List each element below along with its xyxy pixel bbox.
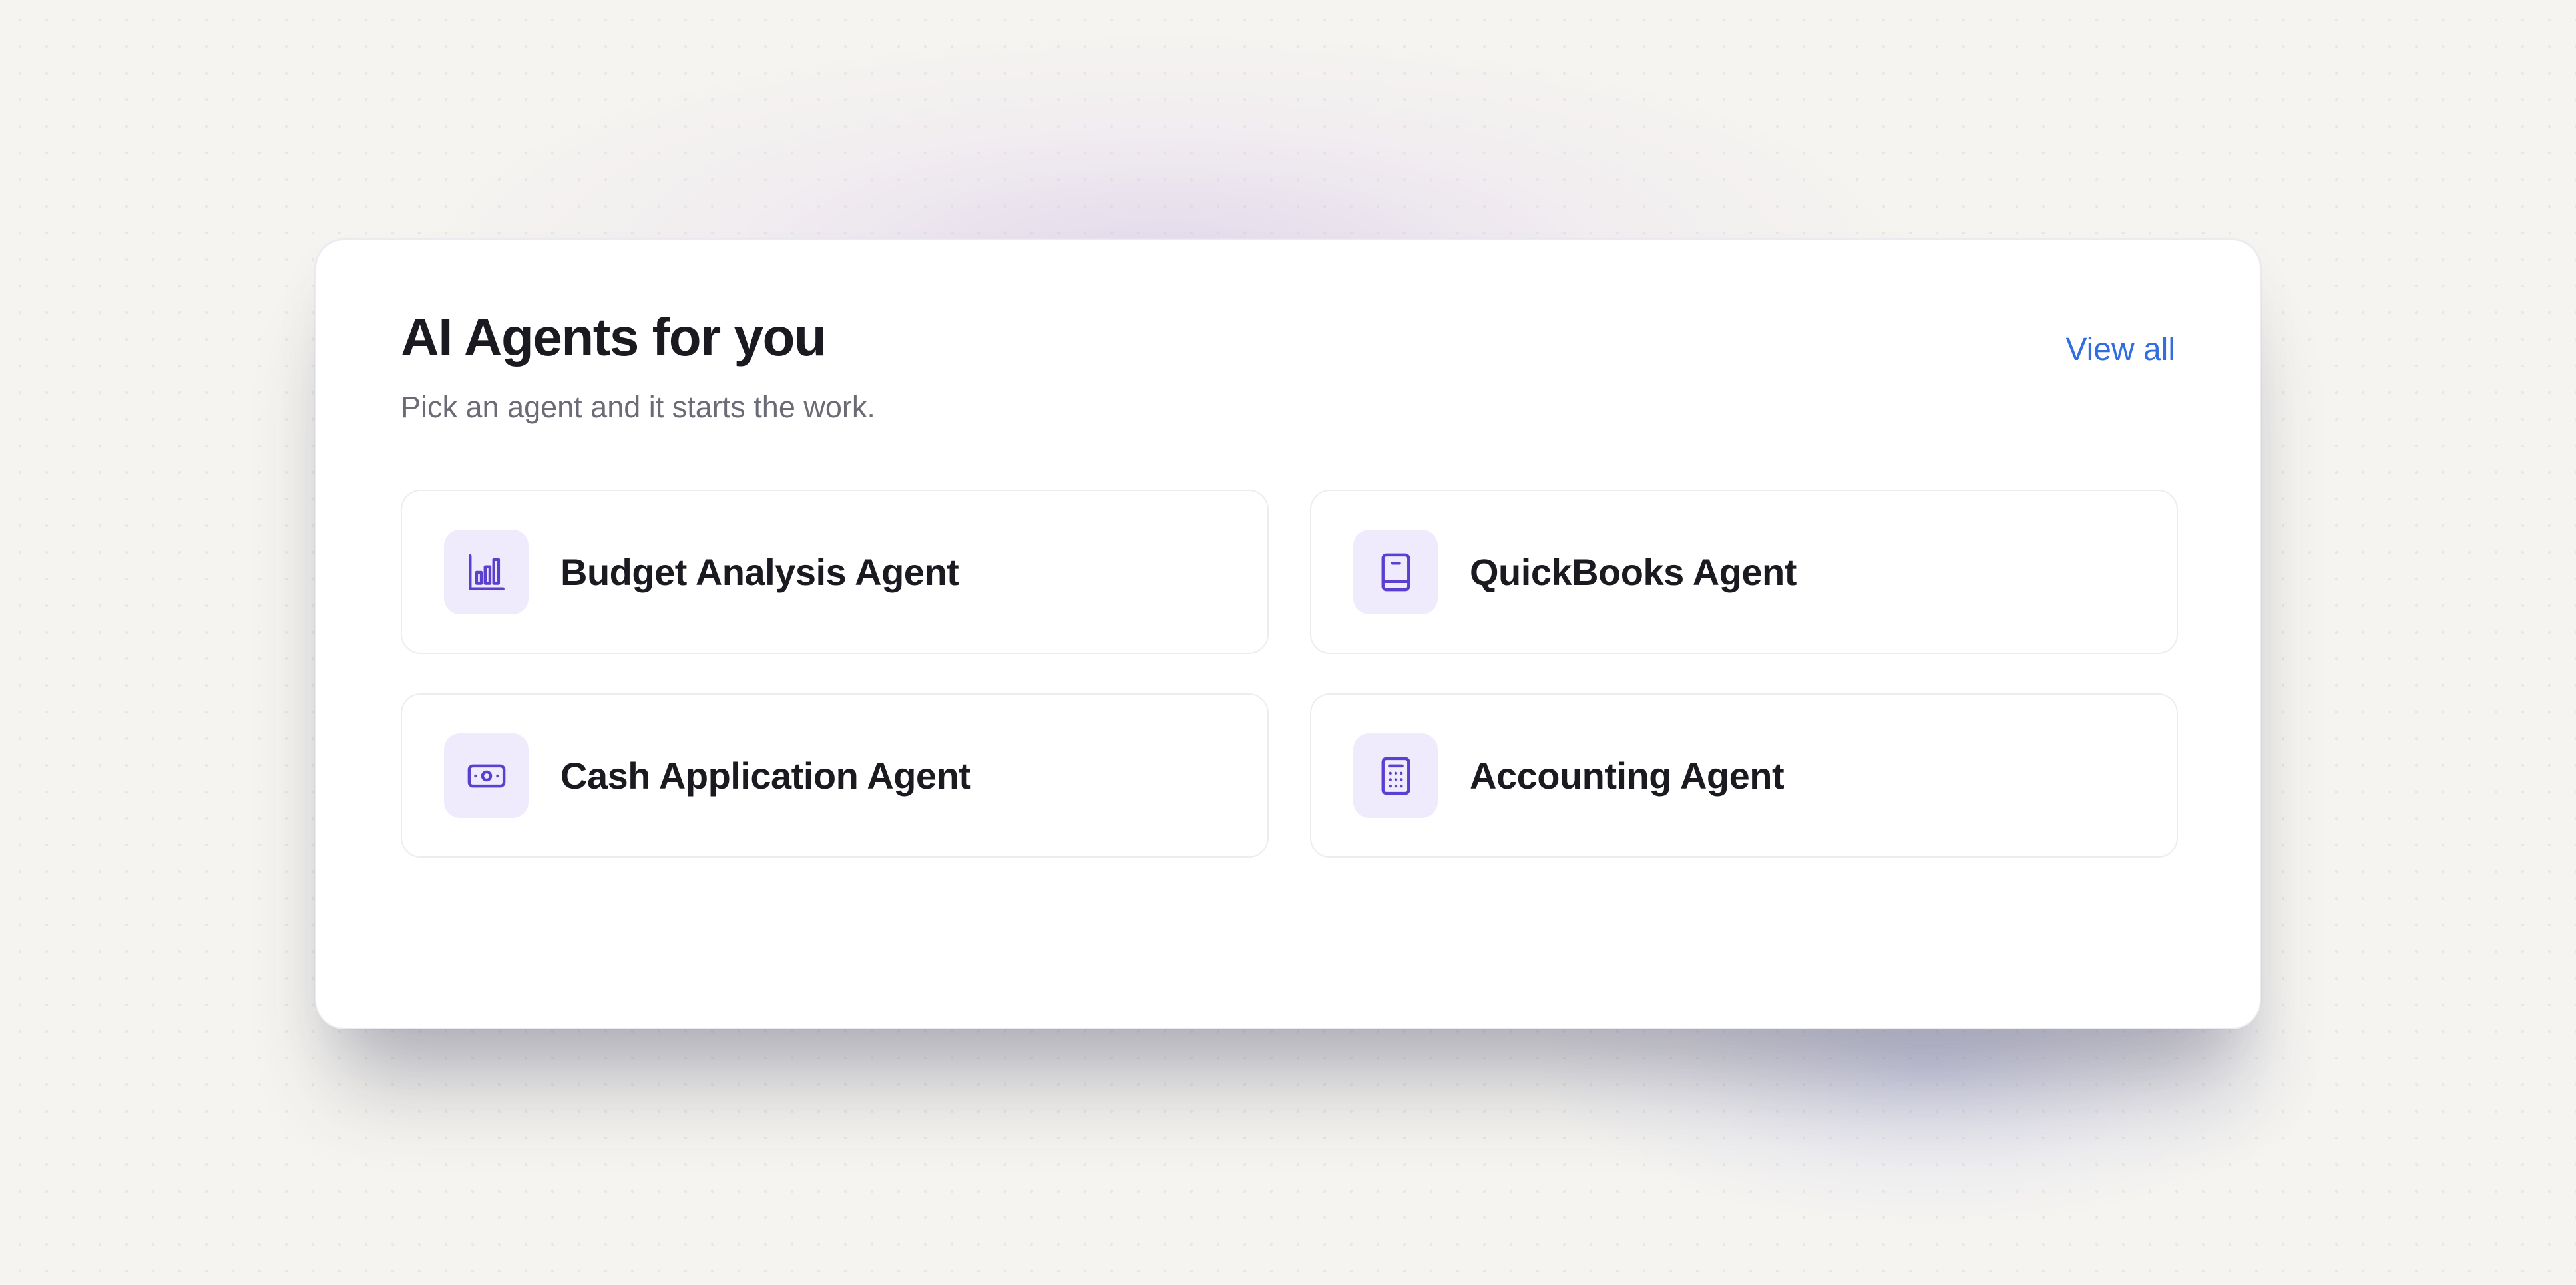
agent-card-accounting[interactable]: Accounting Agent xyxy=(1310,693,2178,858)
agent-label: Budget Analysis Agent xyxy=(560,551,959,593)
panel-subtitle: Pick an agent and it starts the work. xyxy=(401,390,875,424)
panel-title: AI Agents for you xyxy=(401,307,827,367)
agent-card-cash-application[interactable]: Cash Application Agent xyxy=(401,693,1269,858)
bar-chart-icon xyxy=(468,554,505,590)
banknote-icon xyxy=(467,764,505,787)
agent-card-quickbooks[interactable]: QuickBooks Agent xyxy=(1310,490,2178,654)
agent-label: Cash Application Agent xyxy=(560,755,971,797)
agent-icon-tile xyxy=(444,530,529,614)
agent-icon-tile xyxy=(1353,530,1438,614)
agent-card-budget-analysis[interactable]: Budget Analysis Agent xyxy=(401,490,1269,654)
agent-label: QuickBooks Agent xyxy=(1470,551,1797,593)
ai-agents-panel: AI Agents for you Pick an agent and it s… xyxy=(315,239,2261,1029)
agent-label: Accounting Agent xyxy=(1470,755,1785,797)
agent-icon-tile xyxy=(444,733,529,818)
book-icon xyxy=(1381,553,1410,591)
calculator-icon xyxy=(1381,757,1410,795)
view-all-link[interactable]: View all xyxy=(2065,334,2175,366)
agent-icon-tile xyxy=(1353,733,1438,818)
agent-grid: Budget Analysis Agent QuickBooks Agent C… xyxy=(401,490,2178,858)
